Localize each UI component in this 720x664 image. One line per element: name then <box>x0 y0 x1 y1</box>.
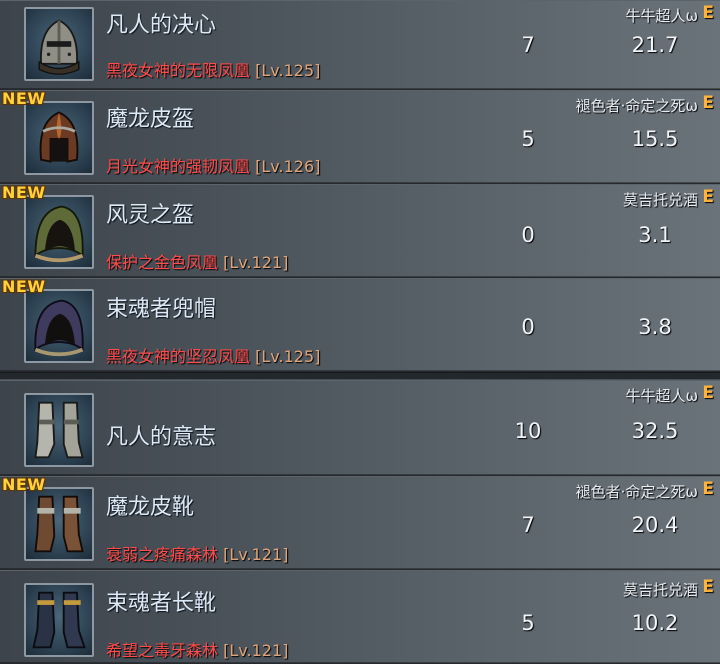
equipment-row-helmet-4[interactable]: NEW 束魂者兜帽 黑夜女神的坚忍凤凰 [Lv.125] 0 3.8 <box>0 277 720 372</box>
equipment-row-helmet-3[interactable]: NEW 风灵之盔 保护之金色凤凰 [Lv.121] 莫吉托兑酒 E 0 3.1 <box>0 183 720 278</box>
item-name: 束魂者兜帽 <box>106 297 217 322</box>
item-slot[interactable] <box>24 101 94 175</box>
stat-value-secondary: 21.7 <box>631 33 679 57</box>
item-level: [Lv.125] <box>255 347 321 366</box>
iron-greaves-icon <box>34 401 84 459</box>
new-badge: NEW <box>2 475 46 494</box>
new-badge: NEW <box>2 89 46 108</box>
stat-value-primary: 5 <box>521 611 535 635</box>
item-source: 衰弱之疼痛森林 [Lv.121] <box>106 541 288 565</box>
item-source: 黑夜女神的无限凤凰 [Lv.125] <box>106 57 320 81</box>
stat-value-primary: 0 <box>521 315 535 339</box>
source-text: 月光女神的强韧凤凰 <box>106 157 251 176</box>
item-level: [Lv.121] <box>223 641 289 660</box>
section-divider <box>0 372 720 380</box>
source-text: 保护之金色凤凰 <box>106 253 219 272</box>
item-slot[interactable] <box>24 393 94 467</box>
stat-value-secondary: 32.5 <box>631 419 679 443</box>
owner-name: 莫吉托兑酒 <box>622 581 698 599</box>
owner-name: 牛牛超人ω <box>625 387 698 405</box>
stat-value-secondary: 15.5 <box>631 127 679 151</box>
item-slot[interactable] <box>24 289 94 363</box>
item-slot[interactable] <box>24 487 94 561</box>
equipment-row-helmet-1[interactable]: 凡人的决心 黑夜女神的无限凤凰 [Lv.125] 牛牛超人ω E 7 21.7 <box>0 0 720 90</box>
new-badge: NEW <box>2 183 46 202</box>
item-slot[interactable] <box>24 7 94 81</box>
item-source: 黑夜女神的坚忍凤凰 [Lv.125] <box>106 343 320 367</box>
item-source: 希望之毒牙森林 [Lv.121] <box>106 637 288 661</box>
source-text: 衰弱之疼痛森林 <box>106 545 219 564</box>
dragon-leather-helmet-icon <box>39 111 79 163</box>
stat-value-primary: 0 <box>521 223 535 247</box>
dragon-leather-boots-icon <box>34 495 84 553</box>
stat-value-secondary: 3.1 <box>638 223 672 247</box>
stat-value-primary: 5 <box>521 127 535 151</box>
equipment-row-boots-3[interactable]: 束魂者长靴 希望之毒牙森林 [Lv.121] 莫吉托兑酒 E 5 10.2 <box>0 570 720 664</box>
item-level: [Lv.121] <box>223 545 289 564</box>
item-source: 保护之金色凤凰 [Lv.121] <box>106 249 288 273</box>
item-name: 风灵之盔 <box>106 203 195 228</box>
source-text: 黑夜女神的坚忍凤凰 <box>106 347 251 366</box>
equipment-row-helmet-2[interactable]: NEW 魔龙皮盔 月光女神的强韧凤凰 [Lv.126] 褪色者·命定之死ω E … <box>0 89 720 184</box>
grade-badge: E <box>702 93 714 113</box>
stat-value-primary: 10 <box>514 419 542 443</box>
item-level: [Lv.125] <box>255 61 321 80</box>
stat-value-secondary: 3.8 <box>638 315 672 339</box>
grade-badge: E <box>702 187 714 207</box>
item-name: 凡人的意志 <box>106 425 217 450</box>
source-text: 黑夜女神的无限凤凰 <box>106 61 251 80</box>
equipment-comparison-panel: 凡人的决心 黑夜女神的无限凤凰 [Lv.125] 牛牛超人ω E 7 21.7 … <box>0 0 720 664</box>
stat-value-primary: 7 <box>521 33 535 57</box>
item-name: 魔龙皮靴 <box>106 495 195 520</box>
item-slot[interactable] <box>24 195 94 269</box>
iron-helmet-icon <box>38 19 80 75</box>
grade-badge: E <box>702 383 714 403</box>
item-slot[interactable] <box>24 583 94 657</box>
source-text: 希望之毒牙森林 <box>106 641 219 660</box>
item-level: [Lv.126] <box>255 157 321 176</box>
owner-name: 褪色者·命定之死ω <box>575 97 698 115</box>
equipment-row-boots-2[interactable]: NEW 魔龙皮靴 衰弱之疼痛森林 [Lv.121] 褪色者·命定之死ω E 7 … <box>0 475 720 570</box>
soul-binder-boots-icon <box>32 591 86 649</box>
grade-badge: E <box>702 479 714 499</box>
item-name: 凡人的决心 <box>106 13 217 38</box>
new-badge: NEW <box>2 277 46 296</box>
stat-value-primary: 7 <box>521 513 535 537</box>
item-source: 月光女神的强韧凤凰 [Lv.126] <box>106 153 320 177</box>
owner-name: 褪色者·命定之死ω <box>575 483 698 501</box>
grade-badge: E <box>702 577 714 597</box>
equipment-row-boots-1[interactable]: 凡人的意志 牛牛超人ω E 10 32.5 <box>0 380 720 476</box>
item-name: 魔龙皮盔 <box>106 107 195 132</box>
stat-value-secondary: 20.4 <box>631 513 679 537</box>
item-level: [Lv.121] <box>223 253 289 272</box>
grade-badge: E <box>702 3 714 23</box>
owner-name: 莫吉托兑酒 <box>622 191 698 209</box>
soul-binder-hood-icon <box>34 299 84 357</box>
stat-value-secondary: 10.2 <box>631 611 679 635</box>
owner-name: 牛牛超人ω <box>625 7 698 25</box>
item-name: 束魂者长靴 <box>106 591 217 616</box>
wind-spirit-hood-icon <box>34 205 84 263</box>
